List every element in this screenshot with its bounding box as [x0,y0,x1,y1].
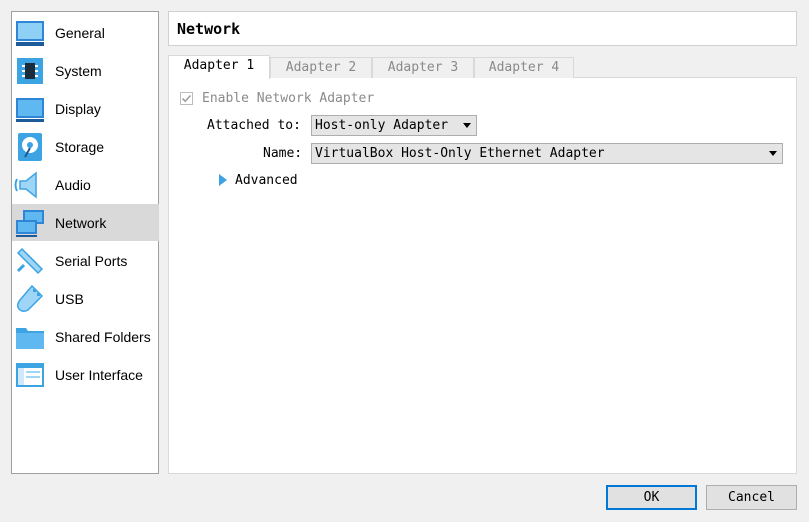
attached-to-select[interactable]: Host-only Adapter [311,115,477,136]
sidebar-item-label: Serial Ports [55,252,128,269]
settings-sidebar: General System Display Storage Audio Net… [11,11,159,474]
sidebar-item-usb[interactable]: USB [12,280,159,317]
tab-adapter-4[interactable]: Adapter 4 [474,57,574,78]
sidebar-item-user-interface[interactable]: User Interface [12,356,159,393]
sidebar-item-label: General [55,24,105,41]
user-interface-icon [14,359,46,391]
enable-adapter-label: Enable Network Adapter [202,91,375,106]
sidebar-item-audio[interactable]: Audio [12,166,159,203]
shared-folder-icon [14,321,46,353]
network-icon [14,207,46,239]
sidebar-item-system[interactable]: System [12,52,159,89]
sidebar-item-serial-ports[interactable]: Serial Ports [12,242,159,279]
sidebar-item-display[interactable]: Display [12,90,159,127]
sidebar-item-label: Shared Folders [55,328,151,345]
sidebar-item-network[interactable]: Network [12,204,159,241]
sidebar-item-label: User Interface [55,366,143,383]
adapter-name-select[interactable]: VirtualBox Host-Only Ethernet Adapter [311,143,783,164]
adapter-panel [168,77,797,474]
ok-button[interactable]: OK [606,485,697,510]
sidebar-item-shared-folders[interactable]: Shared Folders [12,318,159,355]
expand-arrow-icon[interactable] [219,174,227,186]
display-monitor-icon [14,93,46,125]
audio-speaker-icon [14,169,46,201]
chevron-down-icon [769,151,777,156]
page-title-box: Network [168,11,797,46]
cancel-button[interactable]: Cancel [706,485,797,510]
tab-adapter-1[interactable]: Adapter 1 [168,55,270,79]
sidebar-item-storage[interactable]: Storage [12,128,159,165]
usb-icon [14,283,46,315]
advanced-toggle[interactable]: Advanced [235,173,298,188]
sidebar-item-general[interactable]: General [12,14,159,51]
general-icon [14,17,46,49]
serial-port-icon [14,245,46,277]
sidebar-item-label: Network [55,214,107,231]
sidebar-item-label: System [55,62,102,79]
attached-to-value: Host-only Adapter [315,118,449,133]
tab-adapter-3[interactable]: Adapter 3 [372,57,474,78]
sidebar-item-label: Storage [55,138,105,155]
tab-adapter-2[interactable]: Adapter 2 [270,57,372,78]
adapter-name-value: VirtualBox Host-Only Ethernet Adapter [315,146,605,161]
storage-disk-icon [14,131,46,163]
page-title: Network [177,20,241,38]
chevron-down-icon [463,123,471,128]
sidebar-item-label: USB [55,290,84,307]
attached-to-label: Attached to: [207,118,301,133]
enable-adapter-checkbox[interactable] [180,92,193,105]
sidebar-item-label: Display [55,100,101,117]
name-label: Name: [263,146,303,161]
system-chip-icon [14,55,46,87]
sidebar-item-label: Audio [55,176,91,193]
